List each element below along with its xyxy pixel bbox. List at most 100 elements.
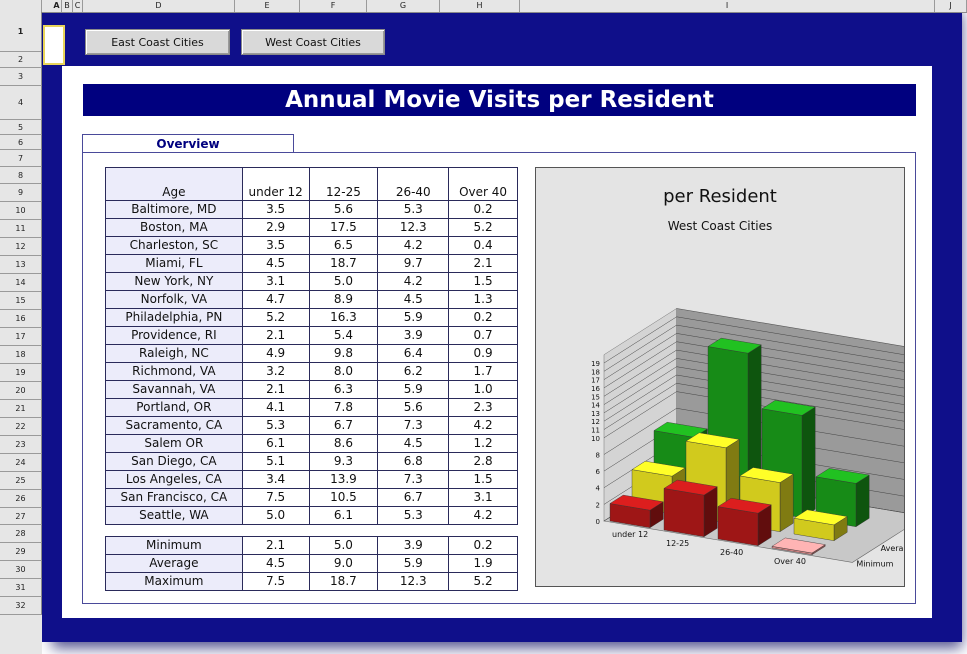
city-label[interactable]: New York, NY	[105, 272, 243, 291]
value-cell[interactable]: 1.0	[448, 380, 518, 399]
value-cell[interactable]: 4.2	[377, 236, 450, 255]
value-cell[interactable]: 5.9	[377, 380, 450, 399]
row-header-6[interactable]: 6	[0, 135, 42, 150]
column-heading[interactable]: Over 40	[448, 167, 518, 201]
column-header-h[interactable]: H	[440, 0, 520, 12]
row-header-31[interactable]: 31	[0, 579, 42, 597]
summary-value[interactable]: 7.5	[241, 572, 310, 591]
row-header-9[interactable]: 9	[0, 184, 42, 202]
row-header-19[interactable]: 19	[0, 364, 42, 382]
value-cell[interactable]: 4.5	[377, 290, 450, 309]
row-header-12[interactable]: 12	[0, 238, 42, 256]
row-header-29[interactable]: 29	[0, 543, 42, 561]
value-cell[interactable]: 13.9	[308, 470, 379, 489]
value-cell[interactable]: 5.0	[241, 506, 310, 525]
value-cell[interactable]: 1.7	[448, 362, 518, 381]
value-cell[interactable]: 1.5	[448, 470, 518, 489]
column-heading[interactable]: 26-40	[377, 167, 450, 201]
value-cell[interactable]: 4.7	[241, 290, 310, 309]
value-cell[interactable]: 3.4	[241, 470, 310, 489]
value-cell[interactable]: 2.3	[448, 398, 518, 417]
city-label[interactable]: Boston, MA	[105, 218, 243, 237]
value-cell[interactable]: 0.7	[448, 326, 518, 345]
column-heading[interactable]: Age	[105, 167, 243, 201]
value-cell[interactable]: 16.3	[308, 308, 379, 327]
value-cell[interactable]: 17.5	[308, 218, 379, 237]
value-cell[interactable]: 3.2	[241, 362, 310, 381]
row-header-22[interactable]: 22	[0, 418, 42, 436]
summary-value[interactable]: 9.0	[308, 554, 379, 573]
value-cell[interactable]: 6.4	[377, 344, 450, 363]
value-cell[interactable]: 4.5	[377, 434, 450, 453]
value-cell[interactable]: 6.5	[308, 236, 379, 255]
value-cell[interactable]: 2.1	[241, 326, 310, 345]
row-header-10[interactable]: 10	[0, 202, 42, 220]
city-label[interactable]: Salem OR	[105, 434, 243, 453]
value-cell[interactable]: 10.5	[308, 488, 379, 507]
column-heading[interactable]: under 12	[241, 167, 310, 201]
value-cell[interactable]: 0.4	[448, 236, 518, 255]
row-header-11[interactable]: 11	[0, 220, 42, 238]
summary-value[interactable]: 4.5	[241, 554, 310, 573]
value-cell[interactable]: 5.0	[308, 272, 379, 291]
summary-value[interactable]: 1.9	[448, 554, 518, 573]
row-header-21[interactable]: 21	[0, 400, 42, 418]
value-cell[interactable]: 4.2	[448, 416, 518, 435]
value-cell[interactable]: 9.3	[308, 452, 379, 471]
tab-overview[interactable]: Overview	[82, 134, 294, 152]
value-cell[interactable]: 4.2	[377, 272, 450, 291]
east-coast-button[interactable]: East Coast Cities	[85, 29, 230, 55]
summary-value[interactable]: 0.2	[448, 536, 518, 555]
value-cell[interactable]: 18.7	[308, 254, 379, 273]
value-cell[interactable]: 5.3	[377, 506, 450, 525]
value-cell[interactable]: 2.8	[448, 452, 518, 471]
value-cell[interactable]: 12.3	[377, 218, 450, 237]
value-cell[interactable]: 6.3	[308, 380, 379, 399]
value-cell[interactable]: 6.1	[241, 434, 310, 453]
city-label[interactable]: Richmond, VA	[105, 362, 243, 381]
value-cell[interactable]: 0.2	[448, 200, 518, 219]
column-header-d[interactable]: D	[83, 0, 235, 12]
row-header-15[interactable]: 15	[0, 292, 42, 310]
value-cell[interactable]: 9.7	[377, 254, 450, 273]
selected-cell-a1[interactable]	[43, 25, 65, 65]
summary-value[interactable]: 12.3	[377, 572, 450, 591]
row-header-16[interactable]: 16	[0, 310, 42, 328]
column-header-g[interactable]: G	[367, 0, 440, 12]
row-header-4[interactable]: 4	[0, 86, 42, 120]
value-cell[interactable]: 8.9	[308, 290, 379, 309]
row-header-17[interactable]: 17	[0, 328, 42, 346]
value-cell[interactable]: 3.5	[241, 200, 310, 219]
row-header-26[interactable]: 26	[0, 490, 42, 508]
value-cell[interactable]: 4.5	[241, 254, 310, 273]
summary-value[interactable]: 18.7	[308, 572, 379, 591]
city-label[interactable]: Raleigh, NC	[105, 344, 243, 363]
city-label[interactable]: San Diego, CA	[105, 452, 243, 471]
value-cell[interactable]: 9.8	[308, 344, 379, 363]
row-header-25[interactable]: 25	[0, 472, 42, 490]
value-cell[interactable]: 1.3	[448, 290, 518, 309]
value-cell[interactable]: 4.1	[241, 398, 310, 417]
row-header-28[interactable]: 28	[0, 525, 42, 543]
summary-label[interactable]: Average	[105, 554, 243, 573]
row-header-13[interactable]: 13	[0, 256, 42, 274]
value-cell[interactable]: 3.5	[241, 236, 310, 255]
value-cell[interactable]: 7.3	[377, 470, 450, 489]
row-header-24[interactable]: 24	[0, 454, 42, 472]
value-cell[interactable]: 5.4	[308, 326, 379, 345]
value-cell[interactable]: 2.1	[448, 254, 518, 273]
value-cell[interactable]: 6.7	[377, 488, 450, 507]
value-cell[interactable]: 1.5	[448, 272, 518, 291]
value-cell[interactable]: 0.2	[448, 308, 518, 327]
column-header-c[interactable]: C	[73, 0, 83, 12]
row-header-2[interactable]: 2	[0, 52, 42, 68]
city-label[interactable]: Philadelphia, PN	[105, 308, 243, 327]
value-cell[interactable]: 5.3	[241, 416, 310, 435]
city-label[interactable]: Baltimore, MD	[105, 200, 243, 219]
value-cell[interactable]: 2.9	[241, 218, 310, 237]
row-header-23[interactable]: 23	[0, 436, 42, 454]
city-label[interactable]: Providence, RI	[105, 326, 243, 345]
column-header-f[interactable]: F	[300, 0, 367, 12]
row-header-7[interactable]: 7	[0, 150, 42, 167]
west-coast-button[interactable]: West Coast Cities	[241, 29, 385, 55]
